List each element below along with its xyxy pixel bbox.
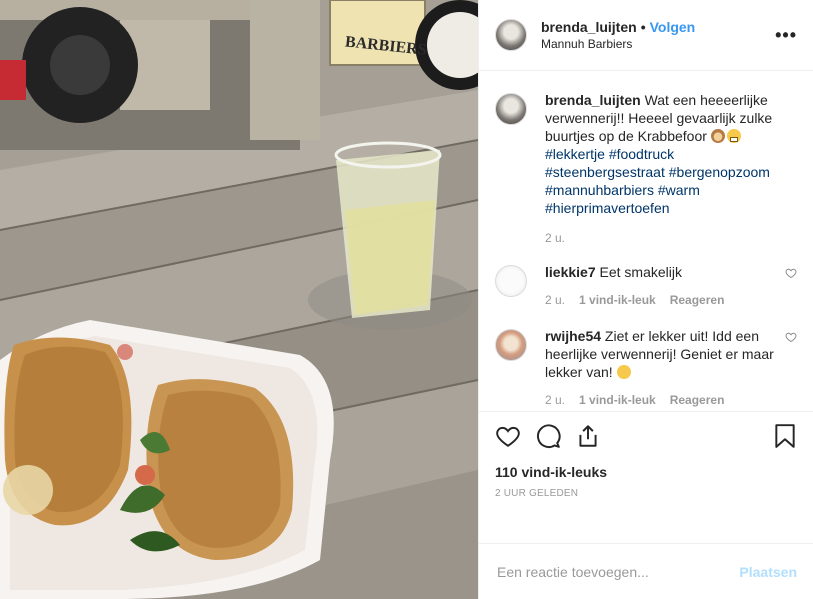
comment-avatar[interactable] — [495, 265, 527, 297]
comment-time[interactable]: 2 u. — [545, 391, 565, 409]
share-icon[interactable] — [575, 423, 601, 449]
comment-avatar[interactable] — [495, 329, 527, 361]
add-comment-bar: Plaatsen — [479, 543, 813, 599]
heart-icon[interactable] — [495, 423, 521, 449]
food-photo: BARBIERS — [0, 0, 478, 599]
bookmark-icon[interactable] — [773, 423, 797, 449]
grimace-emoji-icon — [726, 129, 741, 143]
comment-icon[interactable] — [535, 423, 561, 449]
action-bar: 110 vind-ik-leuks 2 UUR GELEDEN — [479, 411, 813, 543]
caption: brenda_luijten Wat een heeeerlijke verwe… — [495, 91, 797, 245]
hashtag-link[interactable]: #foodtruck — [609, 146, 674, 162]
hashtag-link[interactable]: #steenbergsestraat — [545, 164, 665, 180]
username-link[interactable]: brenda_luijten — [541, 19, 637, 35]
post-photo[interactable]: BARBIERS — [0, 0, 478, 599]
caption-username[interactable]: brenda_luijten — [545, 92, 641, 108]
comment-likes[interactable]: 1 vind-ik-leuk — [579, 291, 656, 309]
separator-dot: • — [640, 19, 646, 35]
comment-text: Eet smakelijk — [599, 264, 682, 280]
post-side-panel: brenda_luijten • Volgen Mannuh Barbiers ••… — [478, 0, 813, 599]
post-comment-button[interactable]: Plaatsen — [739, 564, 797, 580]
header-row: brenda_luijten • Volgen — [541, 18, 775, 36]
reply-button[interactable]: Reageren — [670, 391, 725, 409]
more-horizontal-icon[interactable]: ••• — [775, 25, 797, 46]
header-meta: brenda_luijten • Volgen Mannuh Barbiers — [541, 18, 775, 52]
hashtag-link[interactable]: #lekkertje — [545, 146, 605, 162]
comment-username[interactable]: liekkie7 — [545, 264, 596, 280]
caption-body: brenda_luijten Wat een heeeerlijke verwe… — [545, 91, 797, 245]
monkey-emoji-icon — [710, 129, 725, 143]
comment-likes[interactable]: 1 vind-ik-leuk — [579, 391, 656, 409]
comment-meta: 2 u. 1 vind-ik-leuk Reageren — [545, 391, 777, 409]
post-header: brenda_luijten • Volgen Mannuh Barbiers ••… — [479, 0, 813, 71]
hug-emoji-icon — [616, 365, 631, 379]
hashtag-link[interactable]: #warm — [658, 182, 700, 198]
comment: liekkie7 Eet smakelijk 2 u. 1 vind-ik-le… — [495, 263, 797, 309]
caption-emojis — [710, 129, 741, 143]
caption-time[interactable]: 2 u. — [545, 231, 797, 245]
instagram-post: BARBIERS brenda_luijten • Volgen Mannuh … — [0, 0, 813, 599]
follow-button[interactable]: Volgen — [650, 19, 696, 35]
heart-icon[interactable] — [785, 267, 797, 279]
comment-meta: 2 u. 1 vind-ik-leuk Reageren — [545, 291, 777, 309]
heart-icon[interactable] — [785, 331, 797, 343]
comment: rwijhe54 Ziet er lekker uit! Idd een hee… — [495, 327, 797, 409]
comment-username[interactable]: rwijhe54 — [545, 328, 601, 344]
hashtag-link[interactable]: #bergenopzoom — [669, 164, 770, 180]
comments-section: brenda_luijten Wat een heeeerlijke verwe… — [479, 71, 813, 411]
like-count[interactable]: 110 vind-ik-leuks — [495, 464, 797, 480]
comment-input[interactable] — [495, 562, 740, 581]
location-link[interactable]: Mannuh Barbiers — [541, 36, 775, 52]
reply-button[interactable]: Reageren — [670, 291, 725, 309]
hashtag-link[interactable]: #hierprimavertoefen — [545, 200, 670, 216]
hashtag-link[interactable]: #mannuhbarbiers — [545, 182, 654, 198]
comment-time[interactable]: 2 u. — [545, 291, 565, 309]
caption-avatar[interactable] — [495, 93, 527, 125]
comment-body: liekkie7 Eet smakelijk 2 u. 1 vind-ik-le… — [545, 263, 777, 309]
avatar[interactable] — [495, 19, 527, 51]
post-age[interactable]: 2 UUR GELEDEN — [495, 488, 797, 499]
action-icons — [495, 422, 797, 450]
comment-body: rwijhe54 Ziet er lekker uit! Idd een hee… — [545, 327, 777, 409]
